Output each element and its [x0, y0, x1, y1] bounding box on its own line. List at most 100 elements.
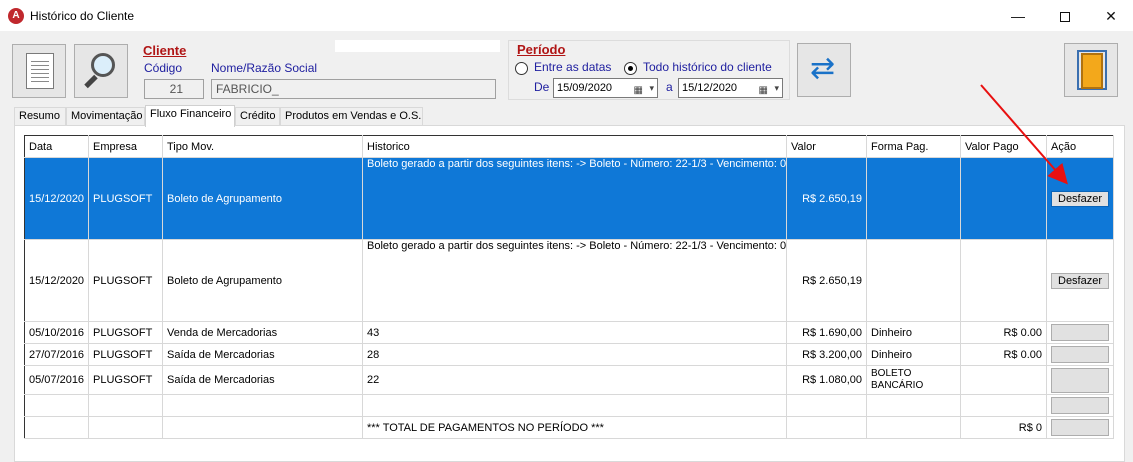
cell-empresa: PLUGSOFT — [88, 239, 163, 322]
cell-acao — [1046, 365, 1114, 395]
col-header-acao[interactable]: Ação — [1046, 135, 1114, 158]
cell-historico: 22 — [362, 365, 787, 395]
col-header-data[interactable]: Data — [24, 135, 89, 158]
cell-empresa: PLUGSOFT — [88, 343, 163, 366]
cell-data: 15/12/2020 — [24, 239, 89, 322]
table-row[interactable]: 15/12/2020 PLUGSOFT Boleto de Agrupament… — [24, 239, 1114, 322]
table-row[interactable]: 05/10/2016 PLUGSOFT Venda de Mercadorias… — [24, 321, 1114, 344]
app-logo-icon: A — [8, 8, 24, 24]
radio-entre-datas[interactable] — [515, 62, 528, 75]
col-header-forma[interactable]: Forma Pag. — [866, 135, 961, 158]
calendar-icon: ▦ — [633, 85, 643, 96]
tab-resumo[interactable]: Resumo — [14, 107, 66, 126]
cliente-group-title: Cliente — [143, 43, 187, 58]
refresh-icon: ⇄ — [810, 52, 836, 85]
nome-field[interactable]: FABRICIO_ — [211, 79, 496, 99]
cell-forma — [866, 239, 961, 322]
cell-forma: Dinheiro — [866, 343, 961, 366]
col-header-valor-pago[interactable]: Valor Pago — [960, 135, 1047, 158]
action-button-empty[interactable] — [1051, 346, 1109, 363]
codigo-label: Código — [144, 61, 183, 75]
cell-empty — [786, 394, 867, 417]
cell-empresa: PLUGSOFT — [88, 321, 163, 344]
cell-valor-pago — [960, 365, 1047, 395]
radio-todo-label[interactable]: Todo histórico do cliente — [643, 60, 772, 74]
refresh-button[interactable]: ⇄ — [797, 43, 851, 97]
maximize-button[interactable] — [1042, 0, 1088, 32]
window-title: Histórico do Cliente — [30, 9, 135, 23]
action-button-empty[interactable] — [1051, 324, 1109, 341]
action-button-empty[interactable] — [1051, 419, 1109, 436]
codigo-field[interactable]: 21 — [144, 79, 204, 99]
title-bar: A Histórico do Cliente — ✕ — [0, 0, 1133, 32]
cell-valor: R$ 2.650,19 — [786, 239, 867, 322]
close-button[interactable]: ✕ — [1088, 0, 1133, 32]
cell-empty — [162, 416, 363, 439]
radio-entre-label[interactable]: Entre as datas — [534, 60, 611, 74]
date-from-value: 15/09/2020 — [557, 82, 613, 94]
table-row[interactable]: 05/07/2016 PLUGSOFT Saída de Mercadorias… — [24, 365, 1114, 395]
cell-tipo: Boleto de Agrupamento — [162, 157, 363, 240]
cell-acao — [1046, 416, 1114, 439]
nome-label: Nome/Razão Social — [211, 61, 318, 75]
cell-historico: 28 — [362, 343, 787, 366]
cell-empty — [960, 394, 1047, 417]
cell-acao — [1046, 321, 1114, 344]
date-to-picker[interactable]: 15/12/2020 ▦ ▾ — [678, 78, 783, 98]
search-button[interactable] — [74, 44, 128, 98]
table-row-empty — [24, 394, 1114, 417]
cell-tipo: Venda de Mercadorias — [162, 321, 363, 344]
cell-tipo: Saída de Mercadorias — [162, 343, 363, 366]
cell-forma: BOLETO BANCÁRIO — [866, 365, 961, 395]
periodo-group-title: Período — [517, 42, 566, 57]
col-header-historico[interactable]: Historico — [362, 135, 787, 158]
cell-acao — [1046, 394, 1114, 417]
total-row: *** TOTAL DE PAGAMENTOS NO PERÍODO *** R… — [24, 416, 1114, 439]
cell-empty — [24, 394, 89, 417]
chevron-down-icon: ▾ — [649, 83, 654, 93]
chevron-down-icon: ▾ — [774, 83, 779, 93]
cell-historico: Boleto gerado a partir dos seguintes ite… — [362, 157, 787, 240]
desfazer-button[interactable]: Desfazer — [1051, 272, 1109, 289]
cell-valor: R$ 1.690,00 — [786, 321, 867, 344]
cliente-group: Cliente Código Nome/Razão Social 21 FABR… — [135, 40, 500, 99]
client-area: Cliente Código Nome/Razão Social 21 FABR… — [0, 32, 1133, 462]
tab-fluxo-financeiro[interactable]: Fluxo Financeiro — [145, 105, 235, 127]
cell-acao: Desfazer — [1046, 239, 1114, 322]
cell-forma: Dinheiro — [866, 321, 961, 344]
cell-empty — [786, 416, 867, 439]
cell-valor-pago — [960, 239, 1047, 322]
col-header-empresa[interactable]: Empresa — [88, 135, 163, 158]
cell-empty — [162, 394, 363, 417]
action-button-empty[interactable] — [1051, 397, 1109, 414]
tab-movimentacao[interactable]: Movimentação — [66, 107, 145, 126]
tab-produtos[interactable]: Produtos em Vendas e O.S. — [280, 107, 423, 126]
cell-tipo: Boleto de Agrupamento — [162, 239, 363, 322]
desfazer-button[interactable]: Desfazer — [1051, 190, 1109, 207]
fluxo-financeiro-panel: Data Empresa Tipo Mov. Historico Valor F… — [14, 125, 1125, 462]
total-label: *** TOTAL DE PAGAMENTOS NO PERÍODO *** — [362, 416, 787, 439]
table-row[interactable]: 27/07/2016 PLUGSOFT Saída de Mercadorias… — [24, 343, 1114, 366]
cell-valor: R$ 1.080,00 — [786, 365, 867, 395]
cliente-header-strip — [335, 40, 500, 52]
date-from-picker[interactable]: 15/09/2020 ▦ ▾ — [553, 78, 658, 98]
table-row[interactable]: 15/12/2020 PLUGSOFT Boleto de Agrupament… — [24, 157, 1114, 240]
cell-data: 05/10/2016 — [24, 321, 89, 344]
date-to-value: 15/12/2020 — [682, 82, 738, 94]
radio-todo-historico[interactable] — [624, 62, 637, 75]
minimize-button[interactable]: — — [995, 0, 1041, 32]
header-row: Data Empresa Tipo Mov. Historico Valor F… — [24, 135, 1114, 158]
cell-data: 05/07/2016 — [24, 365, 89, 395]
report-button[interactable] — [12, 44, 66, 98]
periodo-group: Período Entre as datas Todo histórico do… — [508, 40, 790, 100]
tab-credito[interactable]: Crédito — [235, 107, 280, 126]
action-button-empty[interactable] — [1051, 367, 1109, 393]
cell-data: 15/12/2020 — [24, 157, 89, 240]
col-header-valor[interactable]: Valor — [786, 135, 867, 158]
col-header-tipo[interactable]: Tipo Mov. — [162, 135, 363, 158]
cell-empresa: PLUGSOFT — [88, 157, 163, 240]
exit-button[interactable] — [1064, 43, 1118, 97]
cell-empty — [88, 394, 163, 417]
exit-door-icon — [1081, 53, 1103, 89]
cell-valor-pago — [960, 157, 1047, 240]
